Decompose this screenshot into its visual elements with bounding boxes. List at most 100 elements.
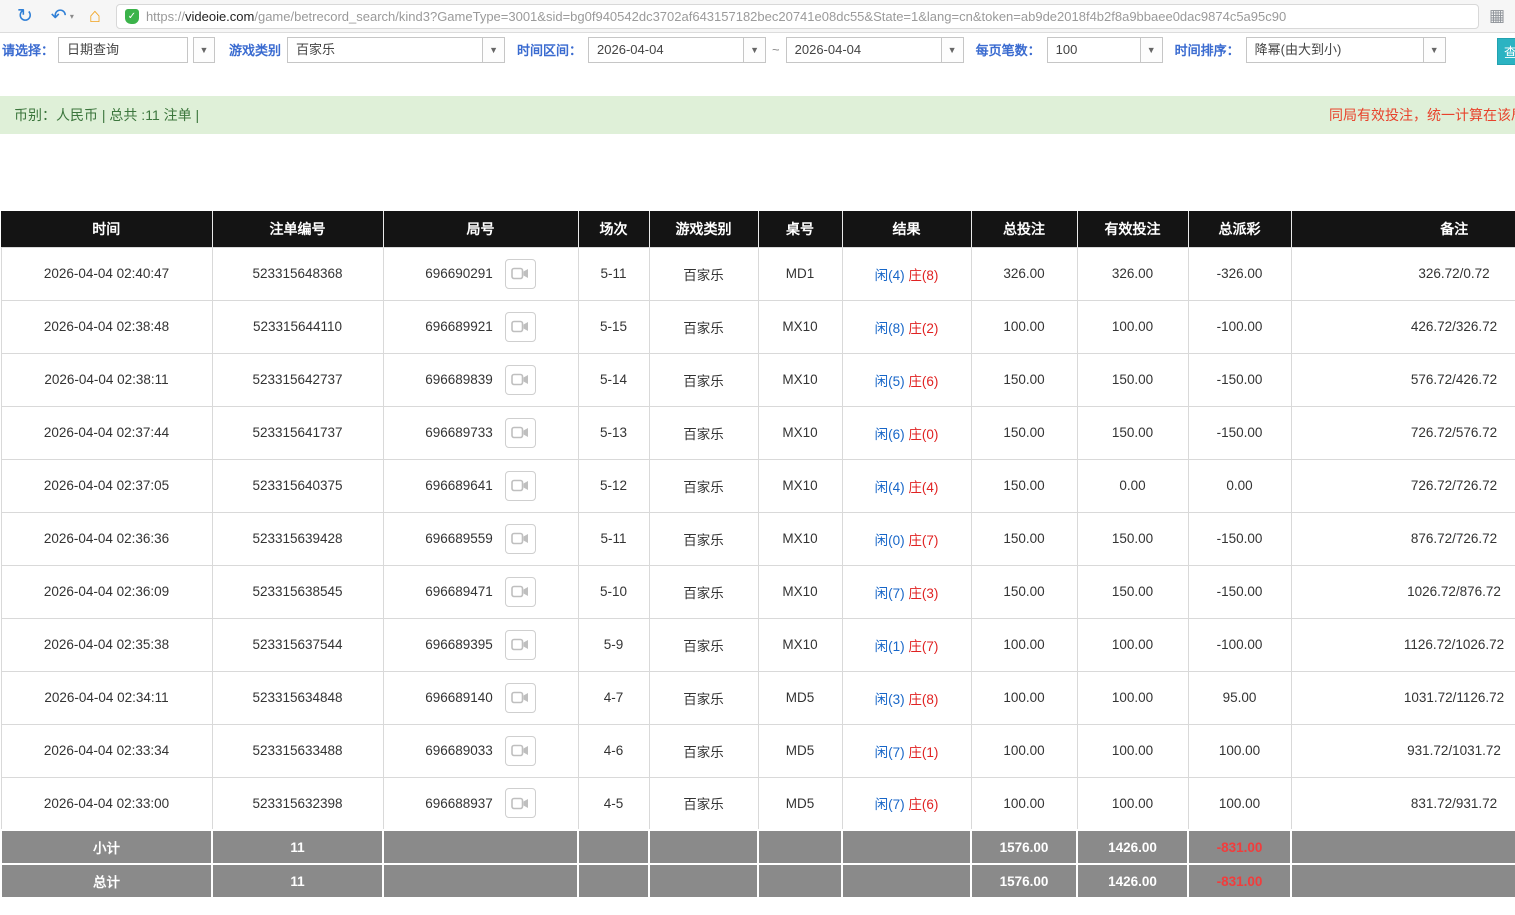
video-replay-button[interactable] — [504, 258, 536, 289]
cell-remark: 426.72/326.72 — [1290, 299, 1515, 354]
cell-result: 闲(8) 庄(2) — [841, 299, 972, 354]
cell-session: 5-10 — [577, 564, 650, 619]
url-text: https://videoie.com/game/betrecord_searc… — [146, 9, 1286, 24]
cell-result: 闲(7) 庄(1) — [841, 723, 972, 778]
round-number: 696689839 — [425, 372, 493, 387]
cell-valid-bet: 100.00 — [1076, 670, 1189, 725]
video-camera-icon — [511, 532, 529, 545]
video-replay-button[interactable] — [504, 788, 536, 819]
cell-total-bet[interactable]: 100.00 — [970, 670, 1078, 725]
cell-valid-bet: 150.00 — [1076, 511, 1189, 566]
cell-total-bet[interactable]: 150.00 — [970, 352, 1078, 407]
round-wrap: 696689140 — [384, 682, 578, 713]
video-replay-button[interactable] — [504, 311, 536, 342]
video-replay-button[interactable] — [504, 417, 536, 448]
video-replay-button[interactable] — [504, 629, 536, 660]
page-size-label: 每页笔数： — [975, 43, 1041, 58]
cell-time: 2026-04-04 02:33:00 — [0, 776, 213, 831]
video-replay-button[interactable] — [504, 523, 536, 554]
table-row: 2026-04-04 02:36:36 523315639428 696689559… — [0, 511, 1515, 566]
page-size-value: 100 — [1046, 36, 1141, 63]
game-type-dropdown[interactable]: 百家乐 ▼ — [287, 36, 506, 63]
search-button[interactable]: 查询 — [1497, 38, 1515, 65]
apps-grid-icon[interactable]: ▦ — [1489, 6, 1505, 26]
result-player: 闲(1) — [874, 638, 905, 654]
cell-total-bet[interactable]: 326.00 — [970, 246, 1078, 301]
date-from-dropdown[interactable]: 2026-04-04 ▼ — [588, 36, 767, 63]
query-type-dropdown[interactable]: 日期查询 ▼ — [58, 36, 216, 63]
cell-time: 2026-04-04 02:36:36 — [0, 511, 213, 566]
cell-remark: 831.72/931.72 — [1290, 776, 1515, 831]
footer-empty-cell — [757, 829, 843, 865]
cell-game-type: 百家乐 — [648, 776, 759, 831]
undo-icon[interactable]: ↶ — [51, 7, 67, 26]
sort-dropdown[interactable]: 降幂(由大到小) ▼ — [1245, 36, 1446, 63]
browser-toolbar: ↻ ↶ ▾ ⌂ ✓ https://videoie.com/game/betre… — [0, 0, 1515, 33]
video-replay-button[interactable] — [504, 576, 536, 607]
chevron-down-icon[interactable]: ▼ — [1423, 36, 1446, 63]
cell-bet-id: 523315641737 — [211, 405, 384, 460]
table-header-row: 时间 注单编号 局号 场次 游戏类别 桌号 结果 总投注 有效投注 总派彩 备注 — [1, 211, 1515, 247]
cell-payout: -150.00 — [1187, 564, 1292, 619]
undo-dropdown-icon[interactable]: ▾ — [70, 12, 74, 21]
cell-remark: 726.72/576.72 — [1290, 405, 1515, 460]
video-replay-button[interactable] — [504, 682, 536, 713]
column-header-8: 有效投注 — [1077, 211, 1189, 247]
footer-empty-cell — [382, 829, 579, 865]
cell-valid-bet: 100.00 — [1076, 723, 1189, 778]
video-camera-icon — [511, 585, 529, 598]
cell-result: 闲(0) 庄(7) — [841, 511, 972, 566]
cell-total-bet[interactable]: 150.00 — [970, 458, 1078, 513]
chevron-down-icon[interactable]: ▼ — [1140, 36, 1163, 63]
video-replay-button[interactable] — [504, 364, 536, 395]
round-number: 696690291 — [425, 266, 493, 281]
footer-empty-cell — [1290, 829, 1515, 865]
cell-game-type: 百家乐 — [648, 670, 759, 725]
cell-total-bet[interactable]: 150.00 — [970, 511, 1078, 566]
cell-total-bet[interactable]: 150.00 — [970, 564, 1078, 619]
cell-table-no: MD5 — [757, 776, 843, 831]
cell-total-bet[interactable]: 100.00 — [970, 723, 1078, 778]
filter-bar: 请选择： 日期查询 ▼ 游戏类别 百家乐 ▼ 时间区间： 2026-04-04 … — [0, 33, 1515, 66]
cell-total-bet[interactable]: 100.00 — [970, 299, 1078, 354]
cell-session: 5-14 — [577, 352, 650, 407]
page-size-dropdown[interactable]: 100 ▼ — [1046, 36, 1163, 63]
cell-payout: -150.00 — [1187, 352, 1292, 407]
cell-remark: 1031.72/1126.72 — [1290, 670, 1515, 725]
cell-bet-id: 523315632398 — [211, 776, 384, 831]
cell-session: 4-6 — [577, 723, 650, 778]
url-domain: videoie.com — [184, 8, 255, 24]
refresh-icon[interactable]: ↻ — [17, 7, 33, 26]
cell-game-type: 百家乐 — [648, 564, 759, 619]
chevron-down-icon[interactable]: ▼ — [483, 36, 506, 63]
cell-total-bet[interactable]: 150.00 — [970, 405, 1078, 460]
chevron-down-icon[interactable]: ▼ — [941, 36, 964, 63]
cell-total-bet[interactable]: 100.00 — [970, 776, 1078, 831]
chevron-down-icon[interactable]: ▼ — [193, 36, 216, 63]
video-replay-button[interactable] — [504, 470, 536, 501]
cell-round: 696689395 — [382, 617, 579, 672]
table-row: 2026-04-04 02:35:38 523315637544 696689395… — [0, 617, 1515, 672]
cell-round: 696688937 — [382, 776, 579, 831]
cell-payout: 0.00 — [1187, 458, 1292, 513]
column-header-2: 局号 — [383, 211, 579, 247]
cell-remark: 1026.72/876.72 — [1290, 564, 1515, 619]
chevron-down-icon[interactable]: ▼ — [744, 36, 767, 63]
cell-result: 闲(7) 庄(6) — [841, 776, 972, 831]
cell-total-bet[interactable]: 100.00 — [970, 617, 1078, 672]
round-wrap: 696689395 — [384, 629, 578, 660]
table-footer: 小计 11 1576.00 1426.00 -831.00 总计 11 1576.00 1426… — [0, 829, 1515, 899]
video-camera-icon — [511, 691, 529, 704]
table-row: 2026-04-04 02:33:34 523315633488 696689033… — [0, 723, 1515, 778]
subtotal-row: 小计 11 1576.00 1426.00 -831.00 — [0, 829, 1515, 865]
address-bar[interactable]: ✓ https://videoie.com/game/betrecord_sea… — [115, 3, 1479, 29]
date-to-dropdown[interactable]: 2026-04-04 ▼ — [785, 36, 964, 63]
total-row: 总计 11 1576.00 1426.00 -831.00 — [0, 863, 1515, 899]
video-replay-button[interactable] — [504, 735, 536, 766]
result-banker: 庄(2) — [908, 320, 939, 336]
result-banker: 庄(7) — [908, 532, 939, 548]
table-row: 2026-04-04 02:40:47 523315648368 696690291… — [0, 246, 1515, 301]
result-player: 闲(8) — [874, 320, 905, 336]
home-icon[interactable]: ⌂ — [89, 6, 101, 26]
cell-time: 2026-04-04 02:37:44 — [0, 405, 213, 460]
